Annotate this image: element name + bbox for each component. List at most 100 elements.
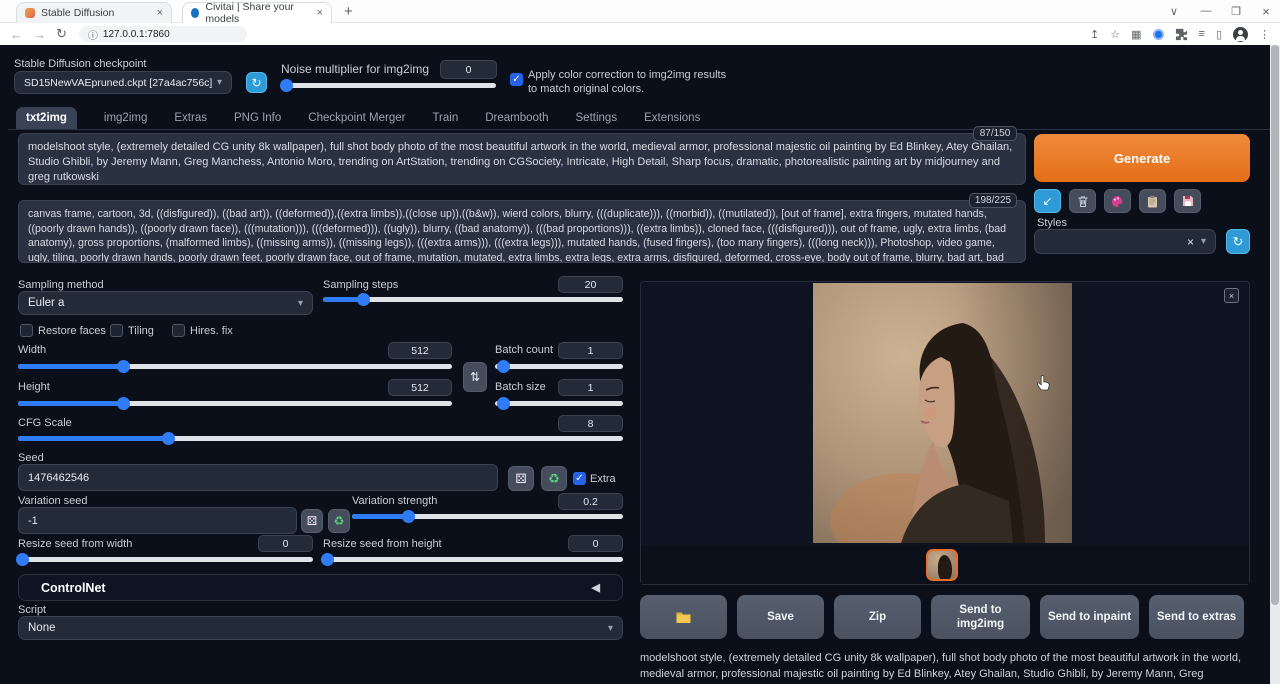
generated-image[interactable]: [813, 283, 1072, 543]
close-gallery-button[interactable]: ×: [1224, 288, 1239, 303]
batch-size-value[interactable]: 1: [558, 379, 623, 396]
batch-count-slider[interactable]: [495, 364, 623, 369]
gallery-thumbnail-selected[interactable]: [926, 549, 958, 581]
extra-seed-checkbox[interactable]: ✓: [573, 472, 586, 485]
resize-seed-width-slider[interactable]: [18, 557, 313, 562]
resize-seed-width-value[interactable]: 0: [258, 535, 313, 552]
back-icon[interactable]: ←: [10, 27, 23, 42]
browser-tab-stable-diffusion[interactable]: Stable Diffusion ×: [16, 2, 172, 23]
read-generation-params-button[interactable]: ↙: [1034, 189, 1061, 213]
zip-button[interactable]: Zip: [834, 595, 921, 639]
forward-icon[interactable]: →: [33, 27, 46, 42]
tab-txt2img[interactable]: txt2img: [16, 107, 77, 130]
refresh-styles-button[interactable]: ↻: [1226, 229, 1250, 254]
clear-styles-icon[interactable]: ×: [1187, 235, 1194, 249]
page-scrollbar-thumb[interactable]: [1271, 45, 1279, 605]
seed-input[interactable]: 1476462546: [18, 464, 498, 491]
share-icon[interactable]: ↥: [1090, 28, 1099, 41]
tab-extras[interactable]: Extras: [174, 112, 207, 124]
variation-seed-input[interactable]: -1: [18, 507, 297, 534]
cfg-scale-value[interactable]: 8: [558, 415, 623, 432]
tab-dreambooth[interactable]: Dreambooth: [485, 112, 548, 124]
reading-list-icon[interactable]: ≡: [1199, 28, 1205, 40]
resize-seed-height-value[interactable]: 0: [568, 535, 623, 552]
tab-checkpoint-merger[interactable]: Checkpoint Merger: [308, 112, 405, 124]
address-box[interactable]: ⓘ 127.0.0.1:7860: [79, 26, 247, 42]
height-slider[interactable]: [18, 401, 452, 406]
tab-img2img[interactable]: img2img: [104, 112, 147, 124]
sampling-steps-value[interactable]: 20: [558, 276, 623, 293]
restore-window-button[interactable]: ❐: [1222, 1, 1250, 21]
kebab-menu-icon[interactable]: ⋮: [1259, 28, 1270, 41]
variation-strength-value[interactable]: 0.2: [558, 493, 623, 510]
variation-strength-slider[interactable]: [352, 514, 623, 519]
checkpoint-value: SD15NewVAEpruned.ckpt [27a4ac756c]: [24, 77, 212, 89]
cfg-scale-slider[interactable]: [18, 436, 623, 441]
tab-extensions[interactable]: Extensions: [644, 112, 700, 124]
paste-style-button[interactable]: [1139, 189, 1166, 213]
clear-prompt-button[interactable]: [1069, 189, 1096, 213]
height-value[interactable]: 512: [388, 379, 452, 396]
chevron-down-icon: ▾: [217, 77, 222, 88]
send-to-img2img-button[interactable]: Send to img2img: [931, 595, 1030, 639]
profile-avatar[interactable]: [1233, 27, 1248, 42]
new-tab-button[interactable]: +: [344, 3, 353, 20]
close-window-button[interactable]: ×: [1252, 1, 1280, 21]
save-style-button[interactable]: [1174, 189, 1201, 213]
hires-fix-checkbox[interactable]: [172, 324, 185, 337]
reload-icon[interactable]: ↻: [56, 26, 67, 42]
refresh-checkpoint-button[interactable]: ↻: [246, 72, 267, 93]
tiling-checkbox[interactable]: [110, 324, 123, 337]
close-tab-icon[interactable]: ×: [157, 7, 163, 19]
reuse-variation-seed-button[interactable]: ♻: [328, 509, 350, 533]
tab-png-info[interactable]: PNG Info: [234, 112, 281, 124]
width-label: Width: [18, 344, 46, 356]
recycle-icon: ♻: [334, 514, 345, 528]
generate-button[interactable]: Generate: [1034, 134, 1250, 182]
close-icon: ×: [1229, 291, 1234, 301]
close-tab-icon[interactable]: ×: [317, 7, 323, 19]
width-slider[interactable]: [18, 364, 452, 369]
seed-value: 1476462546: [28, 472, 89, 484]
tab-train[interactable]: Train: [432, 112, 458, 124]
prompt-tools-row: ↙: [1034, 189, 1201, 213]
noise-multiplier-value[interactable]: 0: [440, 60, 497, 79]
prompt-textarea[interactable]: modelshoot style, (extremely detailed CG…: [18, 133, 1026, 185]
sampling-method-dropdown[interactable]: Euler a ▾: [18, 291, 313, 315]
open-folder-button[interactable]: [640, 595, 727, 639]
width-value[interactable]: 512: [388, 342, 452, 359]
styles-dropdown[interactable]: × ▾: [1034, 229, 1216, 254]
site-info-icon[interactable]: ⓘ: [88, 27, 98, 42]
swap-dimensions-button[interactable]: ⇅: [463, 362, 487, 392]
random-variation-seed-button[interactable]: ⚄: [301, 509, 323, 533]
sampling-steps-slider[interactable]: [323, 297, 623, 302]
controlnet-accordion[interactable]: ControlNet ◀: [18, 574, 623, 601]
noise-multiplier-slider[interactable]: [282, 83, 496, 88]
restore-faces-checkbox[interactable]: [20, 324, 33, 337]
checkpoint-label: Stable Diffusion checkpoint: [14, 58, 147, 70]
bookmark-star-icon[interactable]: ☆: [1110, 28, 1120, 41]
extension-grid-icon[interactable]: ▦: [1131, 28, 1141, 41]
color-correction-checkbox[interactable]: ✓: [510, 73, 523, 86]
reuse-seed-button[interactable]: ♻: [541, 466, 567, 491]
checkpoint-dropdown[interactable]: SD15NewVAEpruned.ckpt [27a4ac756c] ▾: [14, 71, 232, 94]
tab-settings[interactable]: Settings: [576, 112, 618, 124]
side-panel-icon[interactable]: ▯: [1216, 28, 1222, 41]
send-to-inpaint-button[interactable]: Send to inpaint: [1040, 595, 1139, 639]
script-dropdown[interactable]: None ▾: [18, 616, 623, 640]
batch-size-slider[interactable]: [495, 401, 623, 406]
extension-blue-icon[interactable]: [1153, 29, 1164, 40]
save-button[interactable]: Save: [737, 595, 824, 639]
negative-prompt-textarea[interactable]: canvas frame, cartoon, 3d, ((disfigured)…: [18, 200, 1026, 263]
extensions-puzzle-icon[interactable]: [1175, 28, 1188, 41]
browser-tab-civitai[interactable]: Civitai | Share your models ×: [182, 2, 332, 23]
apply-style-button[interactable]: [1104, 189, 1131, 213]
arrow-down-left-icon: ↙: [1042, 194, 1052, 208]
script-label: Script: [18, 604, 46, 616]
random-seed-button[interactable]: ⚄: [508, 466, 534, 491]
batch-count-value[interactable]: 1: [558, 342, 623, 359]
send-to-extras-button[interactable]: Send to extras: [1149, 595, 1244, 639]
chevron-down-icon[interactable]: ∨: [1160, 1, 1188, 21]
minimize-window-button[interactable]: —: [1192, 1, 1220, 21]
resize-seed-height-slider[interactable]: [323, 557, 623, 562]
